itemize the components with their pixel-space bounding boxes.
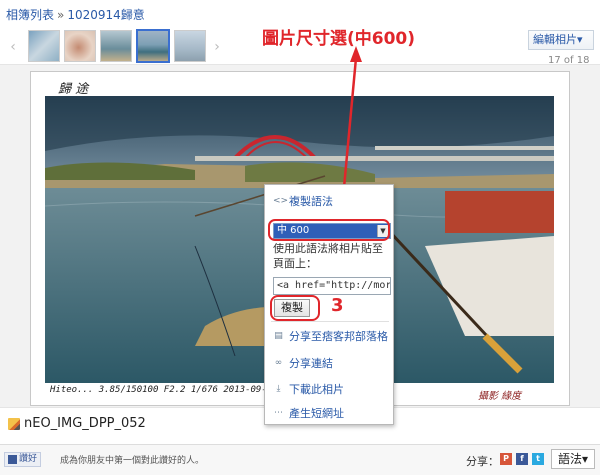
like-button-label: 讚好 bbox=[19, 454, 38, 464]
link-icon: ∞ bbox=[274, 357, 283, 368]
short-url-label: 產生短網址 bbox=[289, 407, 344, 420]
twitter-share-icon[interactable]: t bbox=[532, 453, 544, 465]
like-button[interactable]: 讚好 bbox=[4, 452, 42, 467]
pencil-icon[interactable] bbox=[8, 417, 20, 430]
share-link-label: 分享連結 bbox=[289, 357, 333, 370]
annotation-size-label: 圖片尺寸選(中600) bbox=[262, 29, 416, 49]
plurk-share-icon[interactable]: P bbox=[500, 453, 512, 465]
like-text: 成為你朋友中第一個對此讚好的人。 bbox=[60, 456, 205, 466]
footer-bar: 讚好 成為你朋友中第一個對此讚好的人。 分享： P f t 語法▾ bbox=[0, 444, 600, 475]
facebook-share-icon[interactable]: f bbox=[516, 453, 528, 465]
share-to-blog-link[interactable]: ▤ 分享至痞客邦部落格 bbox=[273, 328, 388, 344]
language-button[interactable]: 語法▾ bbox=[551, 449, 595, 469]
code-icon: <> bbox=[273, 195, 289, 206]
popup-divider bbox=[271, 321, 389, 322]
download-icon: ⤓ bbox=[276, 383, 281, 394]
share-label: 分享： bbox=[466, 455, 499, 468]
short-url-icon: ⋯ bbox=[274, 407, 283, 418]
copy-button-highlight bbox=[270, 295, 320, 321]
annotation-step-number: 3 bbox=[331, 295, 344, 316]
instruction-text: 使用此語法將相片貼至頁面上： bbox=[273, 242, 383, 270]
facebook-icon bbox=[8, 455, 17, 464]
photo-title: nEO_IMG_DPP_052 bbox=[24, 416, 146, 431]
copy-code-label: 複製語法 bbox=[289, 195, 333, 208]
blog-icon: ▤ bbox=[274, 330, 283, 341]
size-select-highlight bbox=[268, 219, 390, 241]
share-link[interactable]: ∞ 分享連結 bbox=[273, 355, 333, 371]
copy-code-link[interactable]: <> 複製語法 bbox=[273, 193, 333, 209]
photo-title-row: nEO_IMG_DPP_052 bbox=[8, 416, 146, 431]
download-photo-link[interactable]: ⤓ 下載此相片 bbox=[273, 381, 345, 397]
embed-code-input[interactable]: <a href="http://mori21.p bbox=[273, 277, 391, 295]
share-to-blog-label: 分享至痞客邦部落格 bbox=[289, 330, 388, 343]
download-photo-label: 下載此相片 bbox=[289, 383, 344, 396]
short-url-link[interactable]: ⋯ 產生短網址 bbox=[273, 405, 344, 421]
